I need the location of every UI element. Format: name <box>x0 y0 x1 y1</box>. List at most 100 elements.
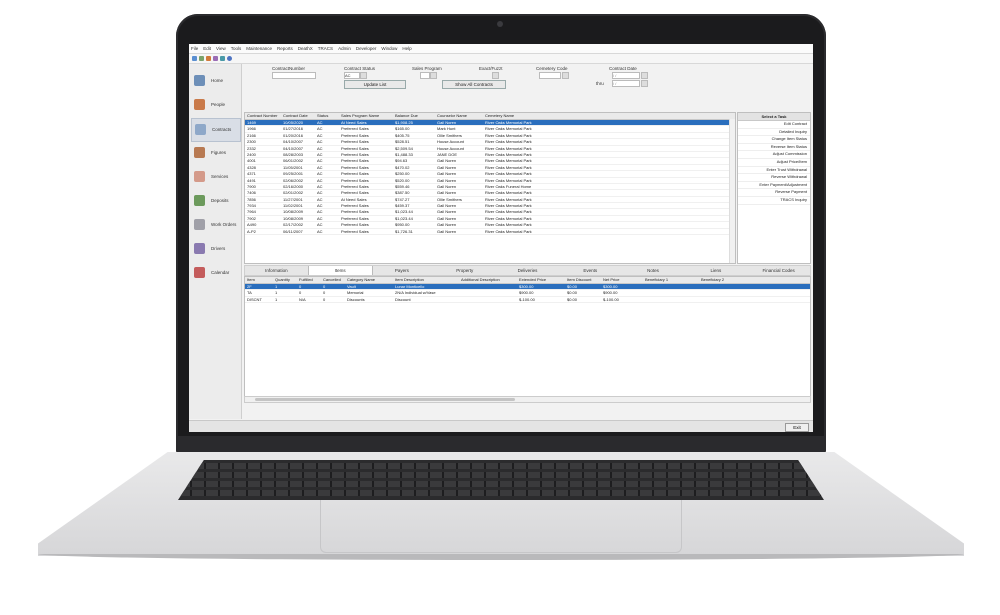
menu-item-edit[interactable]: Edit <box>203 46 211 51</box>
chevron-down-icon[interactable] <box>562 72 569 79</box>
column-header[interactable]: Beneficiary 2 <box>699 277 755 283</box>
services-icon <box>194 171 205 182</box>
show-all-contracts-button[interactable]: Show All Contracts <box>442 80 506 89</box>
menu-item-file[interactable]: File <box>191 46 198 51</box>
calendar-icon[interactable] <box>641 72 648 79</box>
tab-financial-codes[interactable]: Financial Codes <box>747 266 810 275</box>
column-header[interactable]: Quantity <box>273 277 297 283</box>
items-grid-header: Item Quantity Fulfilled Cancelled Category N… <box>245 277 810 284</box>
column-header[interactable]: Fulfilled <box>297 277 321 283</box>
menu-item-maintenance[interactable]: Maintenance <box>246 46 272 51</box>
table-row[interactable]: DISCNT 1 N/A 0 Discounts Discount $-100.00 $0.0… <box>245 297 810 304</box>
menu-item-tracs[interactable]: TRACS <box>318 46 333 51</box>
tab-information[interactable]: Information <box>245 266 308 275</box>
trackpad[interactable] <box>320 500 682 553</box>
task-item[interactable]: Adjust Price/Item <box>738 159 810 167</box>
sidebar-item-label: Services <box>211 174 229 179</box>
contract-number-input[interactable] <box>272 72 316 79</box>
column-header[interactable]: Cemetery Name <box>483 113 565 119</box>
help-icon[interactable] <box>227 56 232 61</box>
tab-notes[interactable]: Notes <box>622 266 685 275</box>
print-icon[interactable] <box>213 56 218 61</box>
column-header[interactable]: Extended Price <box>517 277 565 283</box>
contract-date-from[interactable]: / / <box>612 72 640 79</box>
vertical-scrollbar[interactable] <box>729 119 735 263</box>
task-item[interactable]: Reverse Withdrawal <box>738 174 810 182</box>
folder-icon[interactable] <box>206 56 211 61</box>
sidebar-item-deposits[interactable]: Deposits <box>191 190 239 212</box>
sidebar-item-work-orders[interactable]: Work Orders <box>191 214 239 236</box>
items-grid: Item Quantity Fulfilled Cancelled Category N… <box>244 276 811 398</box>
refresh-icon[interactable] <box>220 56 225 61</box>
menu-item-reports[interactable]: Reports <box>277 46 293 51</box>
column-header[interactable]: Item <box>245 277 273 283</box>
menu-item-tools[interactable]: Tools <box>231 46 242 51</box>
table-cell: River Oaks Memorial Park <box>485 196 532 202</box>
tab-property[interactable]: Property <box>433 266 496 275</box>
table-cell: 11/05/2001 <box>283 164 303 170</box>
chevron-down-icon[interactable] <box>360 72 367 79</box>
tab-items[interactable]: Items <box>307 266 373 275</box>
task-item[interactable]: Adjust Commission <box>738 151 810 159</box>
task-item[interactable]: Edit Contract <box>738 121 810 129</box>
exit-button[interactable]: Exit <box>785 423 809 432</box>
horizontal-scrollbar[interactable] <box>244 396 811 403</box>
column-header[interactable]: Contract Date <box>281 113 315 119</box>
column-header[interactable]: Item Description <box>393 277 459 283</box>
sidebar-item-home[interactable]: Home <box>191 70 239 92</box>
person-icon[interactable] <box>192 56 197 61</box>
calendar-icon[interactable] <box>641 80 648 87</box>
table-cell: River Oaks Memorial Park <box>485 190 532 196</box>
update-list-button[interactable]: Update List <box>344 80 406 89</box>
column-header[interactable]: Beneficiary 1 <box>643 277 699 283</box>
menu-item-window[interactable]: Window <box>381 46 397 51</box>
task-item[interactable]: Enter Payment/Adjustment <box>738 182 810 190</box>
menu-item-developer[interactable]: Developer <box>356 46 377 51</box>
chevron-down-icon[interactable] <box>492 72 499 79</box>
column-header[interactable]: Net Price <box>601 277 643 283</box>
tab-events[interactable]: Events <box>559 266 622 275</box>
column-header[interactable]: Sales Program Name <box>339 113 393 119</box>
menu-item-admin[interactable]: Admin <box>338 46 351 51</box>
column-header[interactable]: Counselor Name <box>435 113 483 119</box>
column-header[interactable]: Balance Due <box>393 113 435 119</box>
column-header[interactable]: Contract Number <box>245 113 281 119</box>
task-item[interactable]: TRACS Inquiry <box>738 197 810 205</box>
sidebar-item-drivers[interactable]: Drivers <box>191 238 239 260</box>
column-header[interactable]: Status <box>315 113 339 119</box>
sidebar-item-services[interactable]: Services <box>191 166 239 188</box>
sidebar-item-contracts[interactable]: Contracts <box>191 118 241 142</box>
menu-item-deathx[interactable]: DeathX <box>298 46 313 51</box>
contract-status-select[interactable]: AC <box>344 72 360 79</box>
sales-program-select[interactable] <box>420 72 430 79</box>
task-item[interactable]: Reverse Item Status <box>738 144 810 152</box>
table-cell: 0 <box>323 290 326 296</box>
column-header[interactable]: Item Discount <box>565 277 601 283</box>
task-item[interactable]: Detailed Inquiry <box>738 129 810 137</box>
tab-payers[interactable]: Payers <box>371 266 434 275</box>
column-header[interactable]: Category Name <box>345 277 393 283</box>
scrollbar-thumb[interactable] <box>255 398 515 401</box>
table-row[interactable]: A-P2 06/11/2007 AC Preferred Sales $1,726.31… <box>245 229 735 236</box>
task-item[interactable]: Reverse Payment <box>738 189 810 197</box>
task-item[interactable]: Change Item Status <box>738 136 810 144</box>
tab-liens[interactable]: Liens <box>684 266 747 275</box>
sidebar-item-calendar[interactable]: Calendar <box>191 262 239 284</box>
webcam <box>497 21 503 27</box>
tab-deliveries[interactable]: Deliveries <box>496 266 559 275</box>
contracts-grid-header: Contract Number Contract Date Status Sales … <box>245 113 735 120</box>
chevron-down-icon[interactable] <box>430 72 437 79</box>
laptop-lid: File Edit View Tools Maintenance Reports Death… <box>176 14 826 454</box>
save-icon[interactable] <box>199 56 204 61</box>
column-header[interactable]: Cancelled <box>321 277 345 283</box>
sidebar-item-figures[interactable]: Figures <box>191 142 239 164</box>
table-cell: 4001 <box>247 158 256 164</box>
cemetery-code-input[interactable] <box>539 72 561 79</box>
sidebar-item-people[interactable]: People <box>191 94 239 116</box>
contract-date-to[interactable]: / / <box>612 80 640 87</box>
menu-item-view[interactable]: View <box>216 46 226 51</box>
menu-item-help[interactable]: Help <box>402 46 411 51</box>
column-header[interactable]: Additional Description <box>459 277 517 283</box>
table-cell: River Oaks Memorial Park <box>485 151 532 157</box>
task-item[interactable]: Enter Trust Withdrawal <box>738 167 810 175</box>
